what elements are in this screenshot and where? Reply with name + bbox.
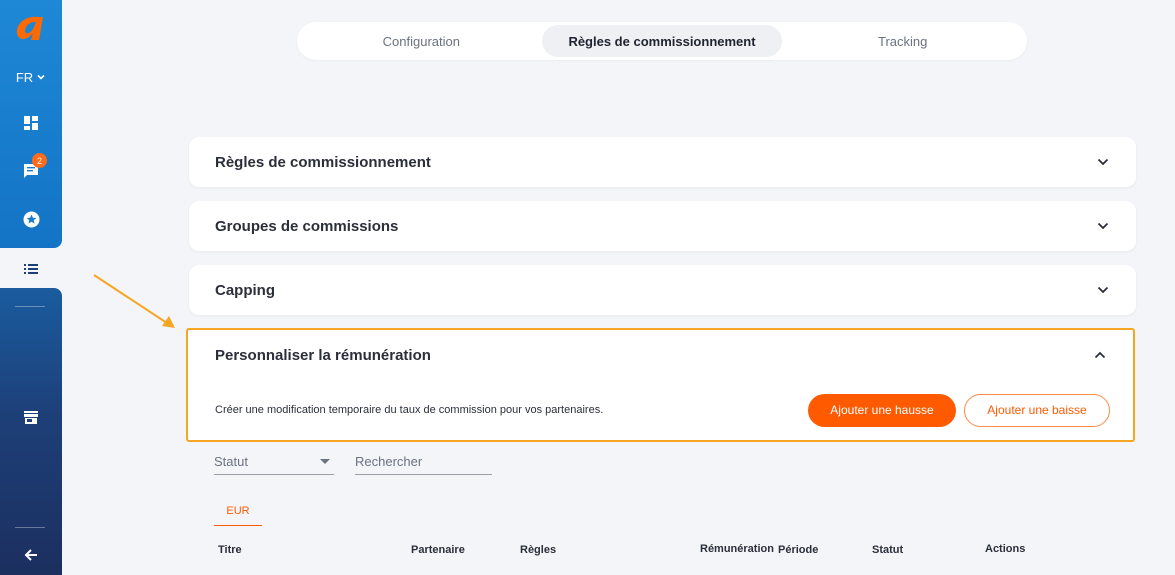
add-increase-button[interactable]: Ajouter une hausse [808, 393, 956, 427]
language-selector[interactable]: FR [0, 66, 62, 88]
chat-icon[interactable] [0, 160, 62, 182]
panel-body: Créer une modification temporaire du tau… [188, 380, 1133, 440]
dashboard-icon[interactable] [0, 112, 62, 134]
panel-commission-rules[interactable]: Règles de commissionnement [189, 137, 1136, 187]
panel-title: Personnaliser la rémunération [215, 346, 431, 364]
column-header-status[interactable]: Statut [872, 544, 903, 556]
panel-title: Règles de commissionnement [215, 153, 431, 171]
sidebar-divider [15, 527, 45, 528]
sidebar: FR 2 [0, 0, 62, 575]
store-icon[interactable] [0, 406, 62, 428]
tab-commission-rules[interactable]: Règles de commissionnement [541, 25, 783, 57]
panel-commission-groups[interactable]: Groupes de commissions [189, 201, 1136, 251]
language-label: FR [15, 69, 34, 85]
column-header-period[interactable]: Période [778, 544, 818, 556]
panel-customize-remuneration: Personnaliser la rémunération Créer une … [186, 328, 1135, 442]
panel-title: Capping [215, 281, 275, 299]
caret-down-icon [320, 459, 330, 464]
logo-a-icon[interactable] [0, 10, 62, 46]
column-header-actions: Actions [985, 543, 1026, 555]
notification-badge: 2 [32, 153, 47, 168]
column-header-rules[interactable]: Règles [520, 544, 556, 556]
tab-currency-eur[interactable]: EUR [214, 496, 262, 526]
annotation-arrow-icon [93, 274, 175, 328]
list-icon[interactable] [0, 258, 62, 280]
panel-header[interactable]: Personnaliser la rémunération [188, 330, 1133, 380]
chevron-up-icon[interactable] [1093, 348, 1107, 362]
search-placeholder: Rechercher [355, 454, 423, 469]
search-input[interactable]: Rechercher [355, 449, 492, 475]
sidebar-divider [15, 306, 45, 307]
column-header-remuneration[interactable]: Rémunération [700, 543, 774, 555]
status-select[interactable]: Statut [214, 449, 334, 475]
chevron-down-icon [37, 74, 45, 80]
chevron-down-icon[interactable] [1096, 219, 1110, 233]
panel-description: Créer une modification temporaire du tau… [215, 404, 604, 416]
panel-header[interactable]: Règles de commissionnement [189, 137, 1136, 187]
tab-configuration[interactable]: Configuration [301, 25, 542, 57]
column-header-partner[interactable]: Partenaire [411, 544, 465, 556]
panel-capping[interactable]: Capping [189, 265, 1136, 315]
column-header-title[interactable]: Titre [218, 544, 242, 556]
chevron-down-icon[interactable] [1096, 283, 1110, 297]
star-icon[interactable] [0, 208, 62, 230]
tab-bar: Configuration Règles de commissionnement… [297, 22, 1027, 60]
arrow-left-icon[interactable] [0, 544, 62, 566]
add-decrease-button[interactable]: Ajouter une baisse [964, 393, 1110, 427]
sidebar-bottom-section [0, 288, 62, 575]
chevron-down-icon[interactable] [1096, 155, 1110, 169]
button-group: Ajouter une hausse Ajouter une baisse [808, 393, 1110, 427]
panel-title: Groupes de commissions [215, 217, 399, 235]
panel-header[interactable]: Groupes de commissions [189, 201, 1136, 251]
panel-header[interactable]: Capping [189, 265, 1136, 315]
status-select-label: Statut [214, 454, 248, 469]
tab-tracking[interactable]: Tracking [782, 25, 1023, 57]
